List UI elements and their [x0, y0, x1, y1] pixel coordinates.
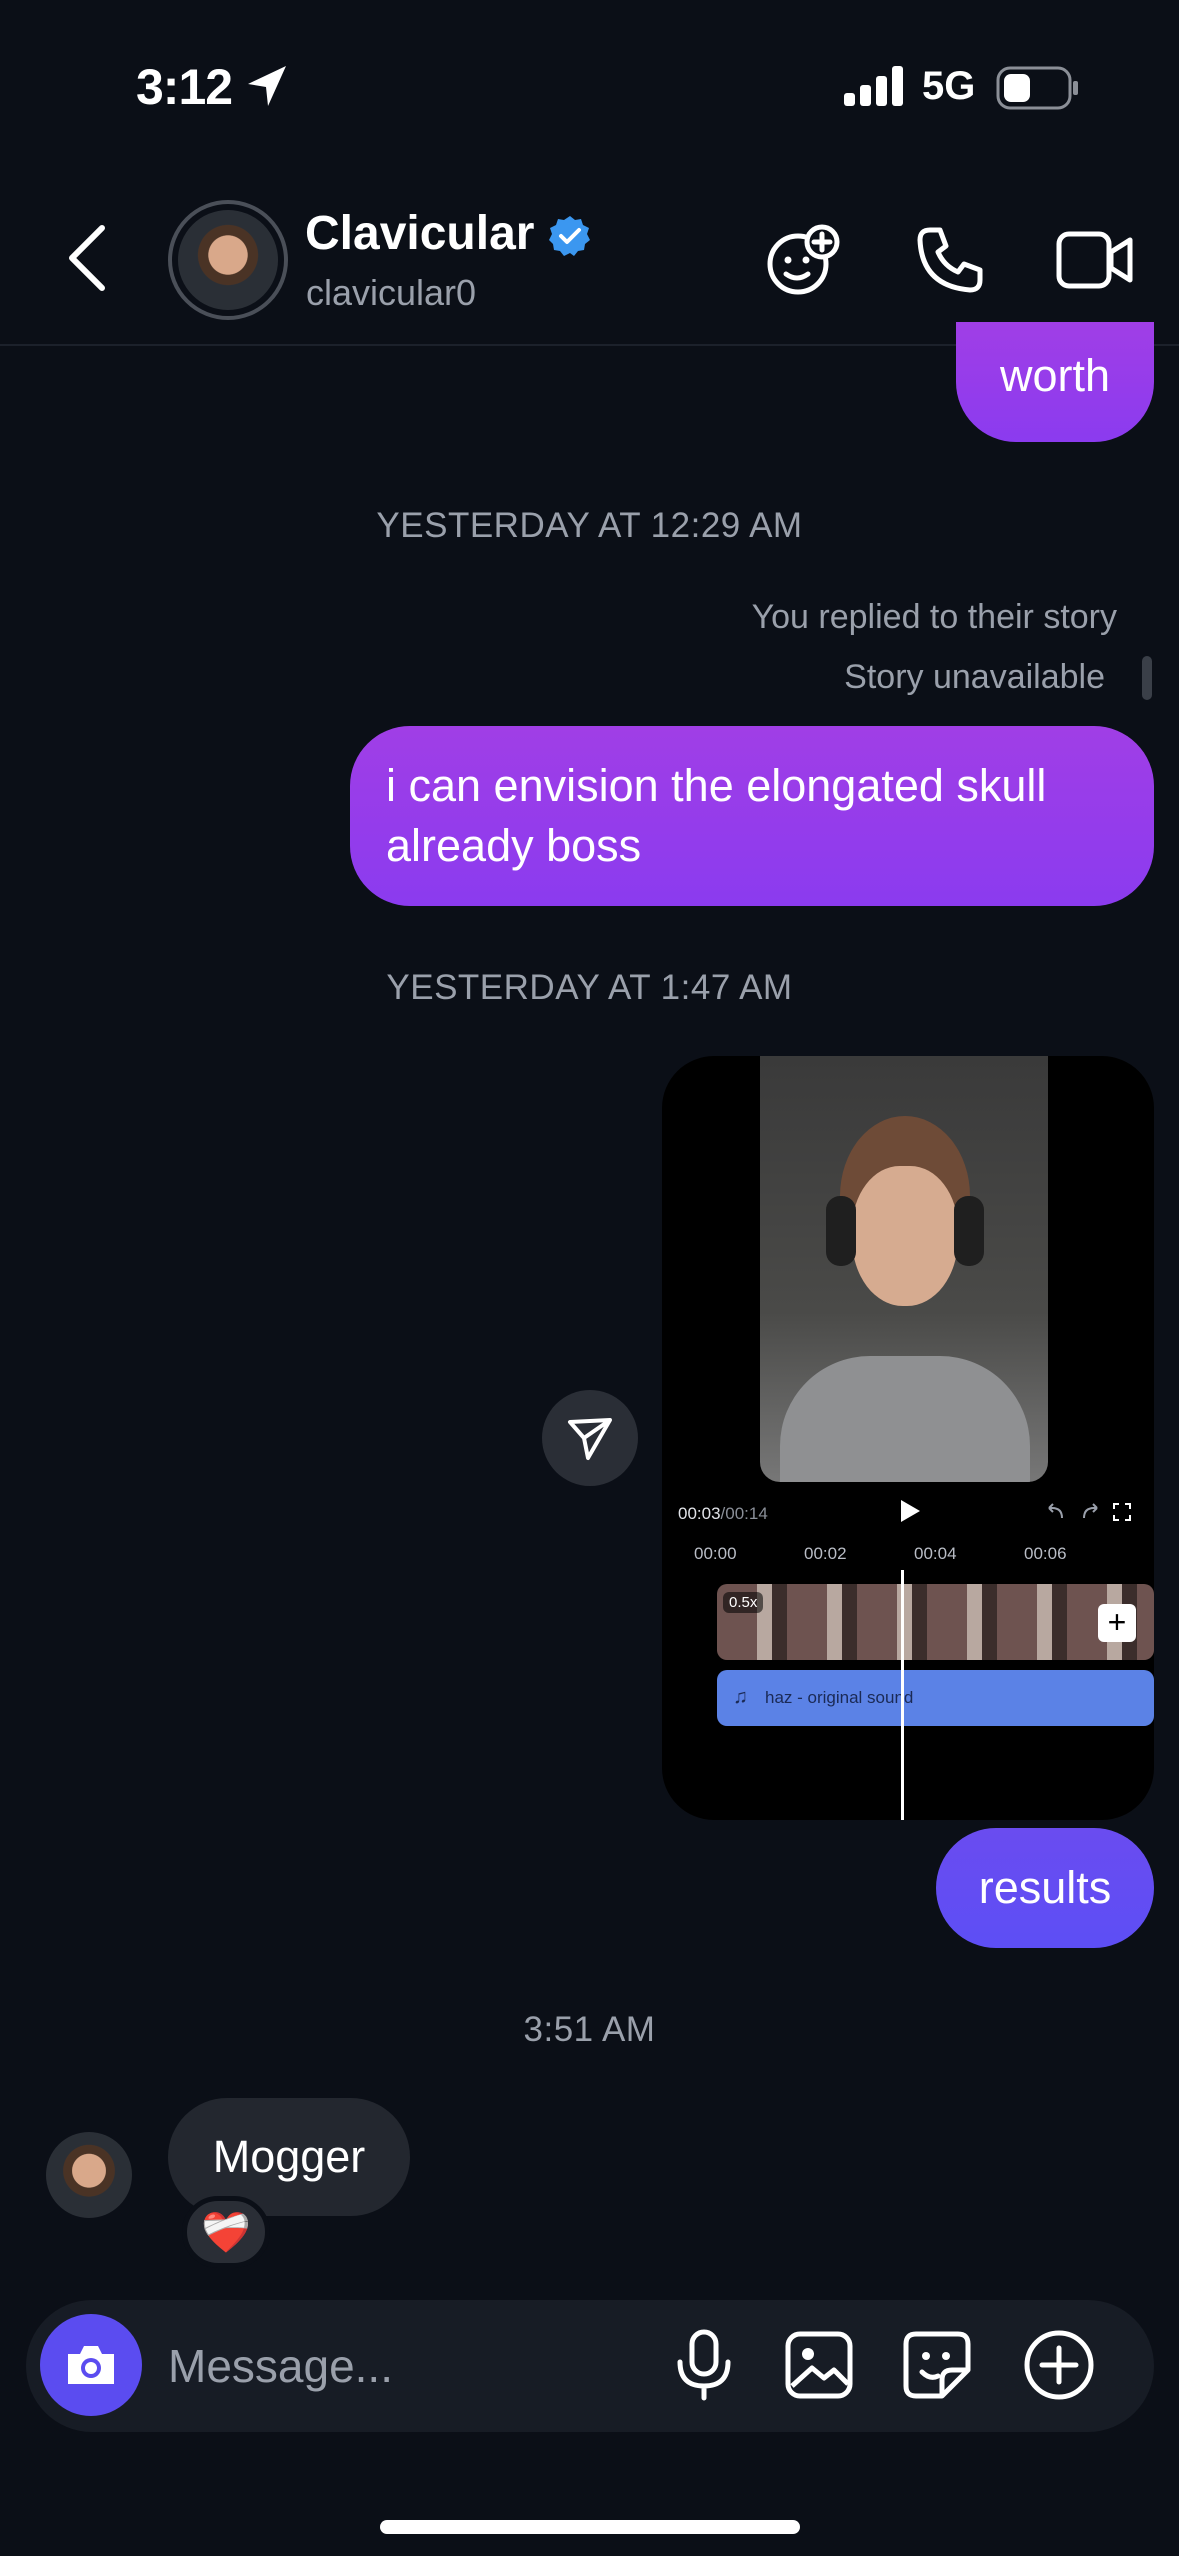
network-type: 5G	[922, 64, 976, 108]
audio-track[interactable]: ♫ haz - original sound	[717, 1670, 1154, 1726]
signal-bars-icon	[844, 66, 903, 106]
call-button[interactable]	[914, 224, 986, 296]
message-text: i can envision the elongated skull alrea…	[386, 760, 1047, 871]
chevron-left-icon	[69, 225, 105, 291]
microphone-icon	[677, 2329, 731, 2401]
undo-icon[interactable]	[1046, 1502, 1066, 1522]
effects-button[interactable]	[764, 222, 844, 298]
video-time-readout: 00:03/00:14	[678, 1504, 768, 1523]
video-clip-track[interactable]: 0.5x +	[717, 1584, 1154, 1660]
status-time: 3:12	[136, 59, 233, 115]
video-message[interactable]: 00:03/00:14 00:00 00:02 00:04 00:06 0.5x…	[662, 1056, 1154, 1820]
back-button[interactable]	[64, 222, 110, 294]
reaction-badge[interactable]: ❤️‍🩹	[182, 2196, 270, 2268]
timestamp: 3:51 AM	[523, 2010, 656, 2049]
story-status[interactable]: Story unavailable	[844, 658, 1105, 697]
heart-reaction-icon: ❤️‍🩹	[201, 2210, 251, 2255]
more-options-button[interactable]	[1022, 2328, 1096, 2402]
message-bubble-outgoing[interactable]: i can envision the elongated skull alrea…	[350, 726, 1154, 906]
headphone-right	[954, 1196, 984, 1266]
gallery-icon	[785, 2331, 853, 2399]
contact-name[interactable]: Clavicular	[305, 206, 534, 261]
timeline-tick: 00:04	[914, 1544, 957, 1563]
video-thumbnail	[760, 1056, 1048, 1482]
face-shape	[852, 1166, 958, 1306]
sticker-button[interactable]	[902, 2330, 972, 2400]
contact-handle[interactable]: clavicular0	[306, 272, 476, 314]
message-bubble-outgoing[interactable]: results	[936, 1828, 1154, 1948]
add-effect-icon	[767, 224, 840, 295]
headphone-left	[826, 1196, 856, 1266]
add-clip-button[interactable]: +	[1098, 1604, 1136, 1642]
story-preview-bar	[1142, 656, 1152, 700]
battery-icon	[996, 66, 1078, 110]
camera-button[interactable]	[40, 2314, 142, 2416]
fullscreen-icon[interactable]	[1112, 1502, 1132, 1522]
avatar	[178, 210, 278, 310]
audio-label: haz - original sound	[765, 1688, 914, 1707]
play-icon[interactable]	[898, 1498, 922, 1524]
sticker-icon	[903, 2331, 971, 2399]
shirt-shape	[780, 1356, 1030, 1482]
plus-circle-icon	[1024, 2330, 1094, 2400]
redo-icon[interactable]	[1080, 1502, 1100, 1522]
speed-badge: 0.5x	[723, 1592, 764, 1613]
verified-badge-icon	[549, 216, 590, 256]
contact-avatar[interactable]	[168, 200, 288, 320]
sender-avatar[interactable]	[46, 2132, 132, 2218]
phone-icon	[917, 227, 983, 293]
video-camera-icon	[1056, 231, 1133, 289]
timeline-tick: 00:06	[1024, 1544, 1067, 1563]
gallery-button[interactable]	[784, 2330, 854, 2400]
share-button[interactable]	[542, 1390, 638, 1486]
home-indicator	[380, 2520, 800, 2534]
message-input[interactable]	[168, 2336, 638, 2396]
message-bubble-outgoing[interactable]: worth	[956, 322, 1154, 442]
message-text: Mogger	[212, 2131, 366, 2182]
camera-icon	[68, 2346, 114, 2384]
story-reply-note: You replied to their story	[751, 598, 1117, 636]
send-icon	[568, 1418, 612, 1460]
video-call-button[interactable]	[1056, 228, 1134, 292]
timeline-tick: 00:02	[804, 1544, 847, 1563]
playhead[interactable]	[901, 1570, 904, 1820]
message-text: results	[978, 1862, 1112, 1913]
timestamp: YESTERDAY AT 12:29 AM	[376, 506, 803, 545]
timestamp: YESTERDAY AT 1:47 AM	[386, 968, 793, 1007]
music-note-icon: ♫	[733, 1686, 748, 1708]
voice-message-button[interactable]	[672, 2328, 736, 2402]
timeline-tick: 00:00	[694, 1544, 737, 1563]
message-text: worth	[999, 350, 1111, 401]
location-arrow-icon	[248, 66, 286, 106]
